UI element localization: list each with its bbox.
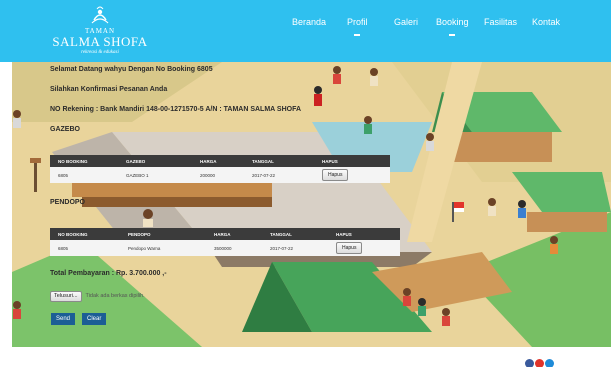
main-nav: Beranda Profil Galeri Booking Fasilitas … [0, 17, 611, 37]
nav-beranda[interactable]: Beranda [292, 17, 326, 27]
nav-label: Galeri [394, 17, 419, 27]
nav-label: Booking [436, 17, 469, 27]
dropdown-indicator-icon [449, 34, 456, 36]
clear-button[interactable]: Clear [82, 313, 107, 325]
nav-galeri[interactable]: Galeri [394, 17, 418, 27]
facebook-icon[interactable] [525, 359, 534, 367]
google-plus-icon[interactable] [535, 359, 544, 367]
column-header: TANGGAL [244, 155, 314, 167]
browse-file-button[interactable]: Telusuri... [50, 290, 82, 302]
price-cell: 3500000 [206, 240, 262, 256]
column-header: HAPUS [314, 155, 390, 167]
delete-pendopo-button[interactable]: Hapus [336, 242, 363, 254]
nav-label: Kontak [532, 17, 561, 27]
delete-cell: Hapus [328, 240, 400, 256]
price-cell: 200000 [192, 167, 244, 183]
booking-number-cell: 6805 [50, 240, 120, 256]
column-header: TANGGAL [262, 228, 328, 240]
gazebo-name-cell: GAZEBO 1 [118, 167, 192, 183]
pendopo-section-title: PENDOPO [50, 199, 86, 206]
table-header-row: NO BOOKING PENDOPO HARGA TANGGAL HAPUS [50, 228, 400, 240]
table-header-row: NO BOOKING GAZEBO HARGA TANGGAL HAPUS [50, 155, 390, 167]
date-cell: 2017-07-22 [262, 240, 328, 256]
pendopo-name-cell: Pendopo Warna [120, 240, 206, 256]
social-icons [524, 359, 554, 367]
gazebo-section-title: GAZEBO [50, 126, 80, 133]
twitter-icon[interactable] [545, 359, 554, 367]
column-header: PENDOPO [120, 228, 206, 240]
column-header: HAPUS [328, 228, 400, 240]
table-row: 6805 Pendopo Warna 3500000 2017-07-22 Ha… [50, 240, 400, 256]
logo-tagline: rekreasi & edukasi [81, 50, 119, 55]
bank-account-info: NO Rekening : Bank Mandiri 148-00-127157… [50, 106, 302, 113]
delete-cell: Hapus [314, 167, 390, 183]
gazebo-booking-table: NO BOOKING GAZEBO HARGA TANGGAL HAPUS 68… [50, 155, 390, 183]
welcome-text: Selamat Datang wahyu Dengan No Booking 6… [50, 66, 213, 73]
nav-kontak[interactable]: Kontak [532, 17, 560, 27]
nav-profil[interactable]: Profil [347, 17, 368, 36]
delete-gazebo-button[interactable]: Hapus [322, 169, 349, 181]
no-file-selected-label: Tidak ada berkas dipilih. [85, 293, 145, 299]
nav-fasilitas[interactable]: Fasilitas [484, 17, 517, 27]
column-header: GAZEBO [118, 155, 192, 167]
column-header: HARGA [192, 155, 244, 167]
total-payment: Total Pembayaran : Rp. 3.700.000 ,- [50, 270, 167, 277]
dropdown-indicator-icon [354, 34, 361, 36]
nav-label: Fasilitas [484, 17, 518, 27]
date-cell: 2017-07-22 [244, 167, 314, 183]
booking-number-cell: 6805 [50, 167, 118, 183]
column-header: NO BOOKING [50, 228, 120, 240]
nav-label: Beranda [292, 17, 327, 27]
nav-booking[interactable]: Booking [436, 17, 469, 36]
send-button[interactable]: Send [51, 313, 76, 325]
pendopo-booking-table: NO BOOKING PENDOPO HARGA TANGGAL HAPUS 6… [50, 228, 400, 256]
park-illustration-background [12, 62, 611, 347]
site-header: TAMAN SALMA SHOFA rekreasi & edukasi Ber… [0, 0, 611, 62]
nav-label: Profil [347, 17, 368, 27]
payment-proof-upload: Telusuri... Tidak ada berkas dipilih. [50, 290, 145, 302]
column-header: HARGA [206, 228, 262, 240]
column-header: NO BOOKING [50, 155, 118, 167]
confirm-instruction: Silahkan Konfirmasi Pesanan Anda [50, 86, 168, 93]
table-row: 6805 GAZEBO 1 200000 2017-07-22 Hapus [50, 167, 390, 183]
